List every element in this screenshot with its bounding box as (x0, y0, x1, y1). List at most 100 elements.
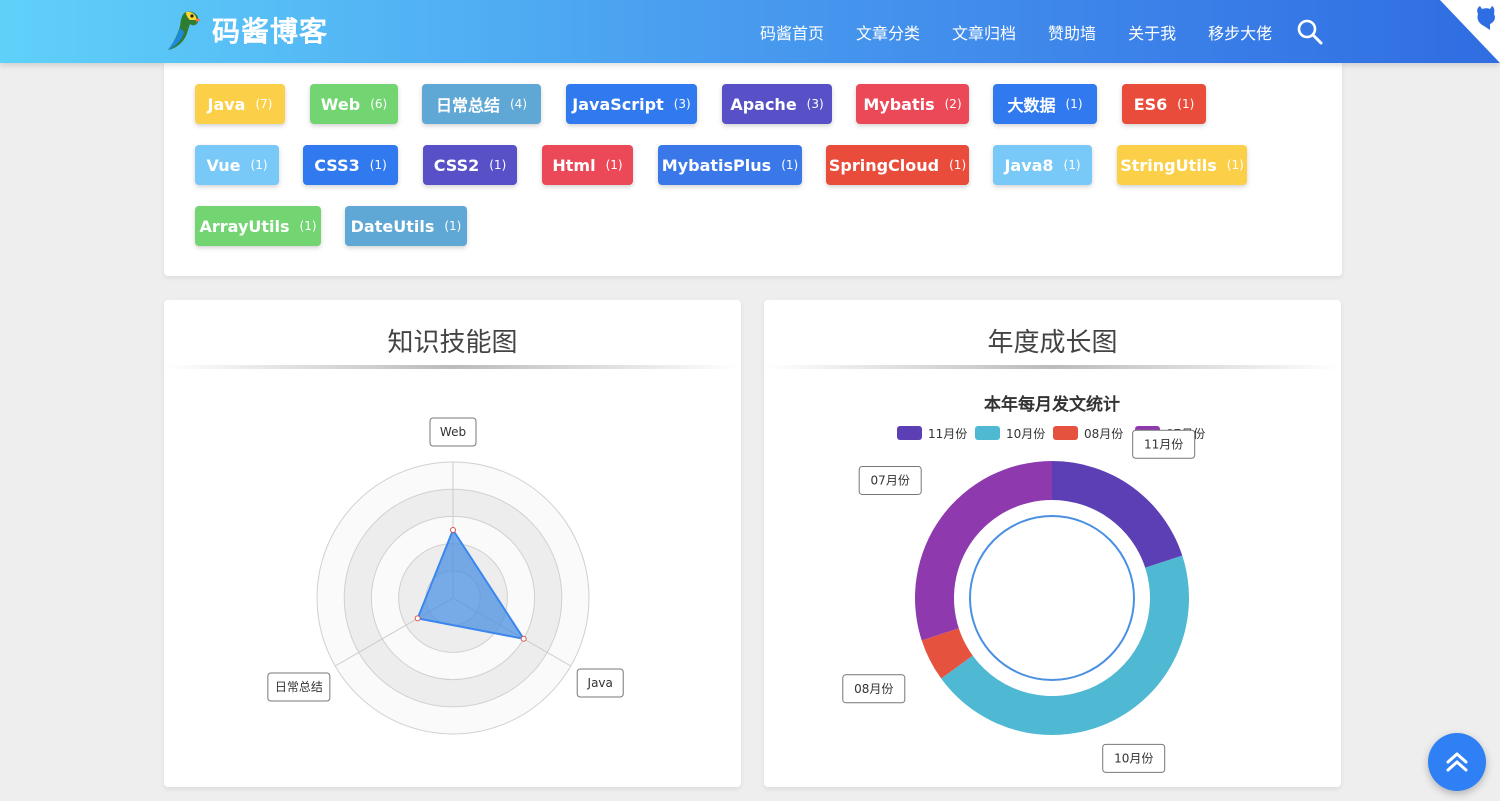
tag-count: (1) (250, 158, 268, 172)
growth-chart-card: 年度成长图 本年每月发文统计 11月份 10月份 08月份 07月份 11月份 10月份 08… (764, 300, 1341, 787)
donut-slice-label: 07月份 (858, 465, 922, 495)
tag-label: Html (552, 155, 596, 175)
donut-chart: 本年每月发文统计11月份10月份08月份07月份11月份10月份08月份07月份 (842, 394, 1205, 773)
tag-arrayutils[interactable]: ArrayUtils (1) (195, 206, 321, 246)
tag-count: (1) (1226, 158, 1244, 172)
nav-home[interactable]: 码酱首页 (760, 20, 824, 44)
legend-item: 10月份 (975, 426, 1045, 441)
legend-item: 11月份 (897, 426, 967, 441)
tag-label: Vue (206, 155, 241, 175)
tag-count: (3) (806, 97, 824, 111)
tag-count: (2) (944, 97, 962, 111)
tag-cloud-card: Java (7) Web (6) 日常总结 (4) JavaScript (3) Apa… (164, 63, 1342, 276)
radar-indicator-label-text: Java (587, 676, 613, 690)
parrot-icon (168, 11, 201, 50)
skill-card-title: 知识技能图 (387, 328, 518, 358)
tag-daily-summary[interactable]: 日常总结 (4) (422, 84, 541, 124)
tag-count: (1) (1177, 97, 1195, 111)
tag-es6[interactable]: ES6 (1) (1122, 84, 1206, 124)
tag-label: Web (320, 94, 361, 114)
nav-friends[interactable]: 移步大佬 (1208, 20, 1272, 44)
tag-count: (1) (489, 158, 507, 172)
tag-label: ArrayUtils (199, 216, 290, 236)
tag-mybatis[interactable]: Mybatis (2) (856, 84, 969, 124)
nav-archive[interactable]: 文章归档 (952, 20, 1016, 44)
tag-label: Java8 (1004, 155, 1054, 175)
tag-count: (1) (299, 219, 317, 233)
tag-label: StringUtils (1120, 155, 1217, 175)
radar-indicator-label: Java (576, 668, 624, 698)
tag-count: (7) (255, 97, 273, 111)
radar-point (414, 615, 421, 622)
donut-slice-label: 10月份 (1102, 743, 1166, 773)
nav-sponsors[interactable]: 赞助墙 (1048, 20, 1096, 44)
search-icon[interactable] (1296, 18, 1324, 46)
tag-count: (1) (605, 158, 623, 172)
radar-indicator-label-text: 日常总结 (275, 680, 323, 694)
radar-point (450, 527, 456, 533)
tag-bigdata[interactable]: 大数据 (1) (993, 84, 1097, 124)
tag-count: (1) (444, 219, 462, 233)
nav-categories[interactable]: 文章分类 (856, 20, 920, 44)
tag-javascript[interactable]: JavaScript (3) (566, 84, 697, 124)
tag-label: Apache (730, 94, 797, 114)
tag-label: Java (207, 94, 246, 114)
legend-item: 08月份 (1053, 426, 1123, 441)
tag-java[interactable]: Java (7) (195, 84, 285, 124)
tag-label: ES6 (1133, 94, 1168, 114)
legend-label: 08月份 (1084, 427, 1123, 441)
donut-slice (941, 555, 1189, 735)
tag-label: Mybatis (863, 94, 935, 114)
tag-apache[interactable]: Apache (3) (722, 84, 832, 124)
radar-indicator-label: 日常总结 (267, 672, 331, 702)
tag-count: (1) (949, 158, 967, 172)
tag-label: 日常总结 (435, 96, 500, 115)
tag-springcloud[interactable]: SpringCloud (1) (826, 145, 969, 185)
site-name: 码酱博客 (212, 15, 329, 48)
site-logo[interactable]: 码酱博客 (166, 8, 328, 52)
tag-html[interactable]: Html (1) (542, 145, 633, 185)
radar-point (520, 635, 527, 642)
tag-count: (1) (369, 158, 387, 172)
legend-swatch (1053, 426, 1078, 440)
tag-label: JavaScript (572, 94, 664, 114)
tag-label: 大数据 (1007, 96, 1056, 115)
top-navbar: 码酱博客 码酱首页 文章分类 文章归档 赞助墙 关于我 移步大佬 (0, 0, 1500, 63)
tag-mybatisplus[interactable]: MybatisPlus (1) (658, 145, 802, 185)
radar-indicator-label: Web (429, 417, 477, 447)
donut-slice-label-text: 08月份 (854, 682, 893, 696)
donut-slice-label: 11月份 (1132, 429, 1196, 459)
tag-label: MybatisPlus (661, 155, 772, 175)
tag-stringutils[interactable]: StringUtils (1) (1117, 145, 1247, 185)
donut-slice (915, 461, 1052, 641)
tag-css3[interactable]: CSS3 (1) (303, 145, 398, 185)
tag-dateutils[interactable]: DateUtils (1) (345, 206, 467, 246)
skill-chart-card: 知识技能图 Web Java 日常总结 (164, 300, 741, 787)
nav-about[interactable]: 关于我 (1128, 20, 1176, 44)
double-chevron-up-icon (1446, 752, 1468, 772)
tag-count: (1) (781, 158, 799, 172)
tag-java8[interactable]: Java8 (1) (993, 145, 1092, 185)
tag-count: (1) (1063, 158, 1081, 172)
back-to-top-button[interactable] (1428, 733, 1486, 791)
tag-label: DateUtils (350, 216, 435, 236)
donut-slice-label-text: 10月份 (1114, 751, 1153, 765)
growth-card-title: 年度成长图 (987, 328, 1118, 358)
tag-label: CSS2 (433, 155, 480, 175)
donut-slice (1052, 461, 1183, 568)
tag-web[interactable]: Web (6) (310, 84, 398, 124)
legend-label: 10月份 (1006, 427, 1045, 441)
github-corner-icon[interactable] (1440, 0, 1500, 63)
donut-slice-label: 08月份 (842, 674, 906, 704)
tag-label: SpringCloud (828, 155, 940, 175)
tag-count: (3) (673, 97, 691, 111)
legend-label: 11月份 (928, 427, 967, 441)
main-nav: 码酱首页 文章分类 文章归档 赞助墙 关于我 移步大佬 (760, 0, 1304, 63)
legend-swatch (975, 426, 1000, 440)
tag-vue[interactable]: Vue (1) (195, 145, 279, 185)
radar-indicator-label-text: Web (440, 425, 466, 439)
tag-css2[interactable]: CSS2 (1) (423, 145, 517, 185)
tag-count: (1) (1065, 97, 1083, 111)
legend-swatch (897, 426, 922, 440)
tag-count: (4) (510, 97, 527, 111)
